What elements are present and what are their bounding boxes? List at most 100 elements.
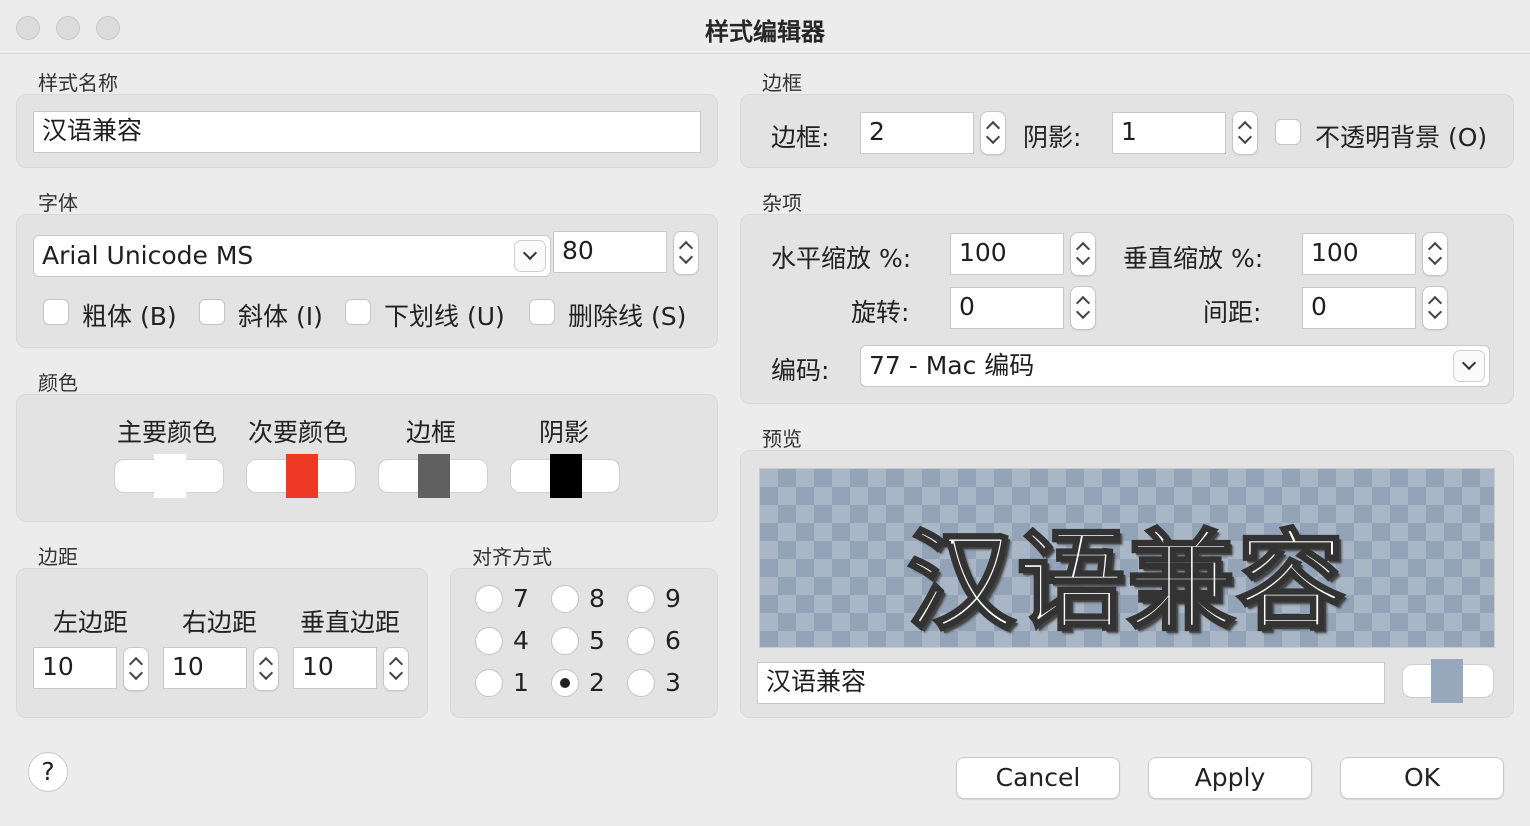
preview-section-label: 预览: [762, 427, 802, 451]
underline-label: 下划线 (U): [384, 302, 505, 331]
strikeout-label: 删除线 (S): [568, 302, 687, 331]
bold-checkbox[interactable]: [43, 299, 69, 325]
align-1-label: 1: [513, 668, 529, 697]
border-group: 边框: 2 阴影: 1 不透明背景 (O): [740, 94, 1514, 168]
preview-canvas: 汉语兼容: [759, 468, 1495, 648]
style-name-section-label: 样式名称: [38, 71, 118, 95]
shadow-depth-stepper[interactable]: [1232, 111, 1258, 155]
opaque-box-checkbox[interactable]: [1275, 119, 1301, 145]
chevron-down-icon[interactable]: [1453, 350, 1485, 382]
alignment-section-label: 对齐方式: [472, 545, 552, 569]
alignment-group: 7 8 9 4 5 6 1 2 3: [450, 568, 718, 718]
right-margin-input[interactable]: 10: [163, 647, 247, 689]
chevron-down-icon[interactable]: [514, 240, 546, 272]
primary-color-button[interactable]: [114, 454, 224, 498]
align-9-label: 9: [665, 584, 681, 613]
align-8-radio[interactable]: [551, 585, 579, 613]
font-family-value: Arial Unicode MS: [42, 241, 254, 270]
align-5-label: 5: [589, 626, 605, 655]
italic-checkbox[interactable]: [199, 299, 225, 325]
align-4-label: 4: [513, 626, 529, 655]
margins-group: 左边距 右边距 垂直边距 10 10 10: [16, 568, 428, 718]
font-size-input[interactable]: 80: [553, 231, 667, 273]
rotation-stepper[interactable]: [1070, 286, 1096, 330]
outline-width-input[interactable]: 2: [860, 112, 974, 154]
left-margin-input[interactable]: 10: [33, 647, 117, 689]
primary-color-label: 主要颜色: [117, 418, 218, 447]
secondary-color-swatch: [286, 454, 318, 498]
scale-y-label: 垂直缩放 %:: [1123, 244, 1264, 273]
font-section-label: 字体: [38, 191, 78, 215]
align-7-label: 7: [513, 584, 529, 613]
outline-color-button[interactable]: [378, 454, 488, 498]
shadow-color-button[interactable]: [510, 454, 620, 498]
spacing-stepper[interactable]: [1422, 286, 1448, 330]
align-2-radio[interactable]: [551, 669, 579, 697]
scale-x-label: 水平缩放 %:: [771, 244, 912, 273]
align-5-radio[interactable]: [551, 627, 579, 655]
help-button[interactable]: ?: [28, 752, 68, 792]
outline-color-swatch: [418, 454, 450, 498]
align-9-radio[interactable]: [627, 585, 655, 613]
border-section-label: 边框: [762, 71, 802, 95]
preview-text-input[interactable]: 汉语兼容: [757, 662, 1385, 704]
align-4-radio[interactable]: [475, 627, 503, 655]
align-8-label: 8: [589, 584, 605, 613]
strikeout-checkbox[interactable]: [529, 299, 555, 325]
align-6-radio[interactable]: [627, 627, 655, 655]
font-size-stepper[interactable]: [673, 231, 699, 275]
spacing-label: 间距:: [1203, 298, 1262, 327]
cancel-button[interactable]: Cancel: [956, 757, 1120, 799]
colors-group: 主要颜色 次要颜色 边框 阴影: [16, 394, 718, 522]
colors-section-label: 颜色: [38, 371, 78, 395]
preview-bg-color-button[interactable]: [1402, 659, 1494, 703]
preview-rendered-text: 汉语兼容: [905, 519, 1347, 647]
shadow-depth-label: 阴影:: [1023, 123, 1082, 152]
align-1-radio[interactable]: [475, 669, 503, 697]
apply-button[interactable]: Apply: [1148, 757, 1312, 799]
shadow-color-swatch: [550, 454, 582, 498]
vertical-margin-input[interactable]: 10: [293, 647, 377, 689]
left-margin-label: 左边距: [53, 608, 129, 637]
outline-width-label: 边框:: [771, 123, 830, 152]
style-name-group: 汉语兼容: [16, 94, 718, 168]
primary-color-swatch: [154, 454, 186, 498]
style-name-input[interactable]: 汉语兼容: [33, 111, 701, 153]
secondary-color-label: 次要颜色: [248, 418, 349, 447]
spacing-input[interactable]: 0: [1302, 287, 1416, 329]
font-group: Arial Unicode MS 80 粗体 (B) 斜体 (I) 下划线 (U…: [16, 214, 718, 348]
opaque-box-label: 不透明背景 (O): [1315, 123, 1488, 152]
font-family-select[interactable]: Arial Unicode MS: [33, 235, 551, 277]
left-margin-stepper[interactable]: [123, 647, 149, 691]
rotation-label: 旋转:: [851, 298, 910, 327]
vertical-margin-label: 垂直边距: [300, 608, 401, 637]
encoding-value: 77 - Mac 编码: [869, 351, 1035, 380]
margins-section-label: 边距: [38, 545, 78, 569]
align-2-label: 2: [589, 668, 605, 697]
bold-label: 粗体 (B): [82, 302, 177, 331]
misc-section-label: 杂项: [762, 191, 802, 215]
scale-x-input[interactable]: 100: [950, 233, 1064, 275]
align-3-radio[interactable]: [627, 669, 655, 697]
scale-y-stepper[interactable]: [1422, 232, 1448, 276]
shadow-depth-input[interactable]: 1: [1112, 112, 1226, 154]
outline-width-stepper[interactable]: [980, 111, 1006, 155]
scale-x-stepper[interactable]: [1070, 232, 1096, 276]
shadow-color-label: 阴影: [539, 418, 590, 447]
align-7-radio[interactable]: [475, 585, 503, 613]
secondary-color-button[interactable]: [246, 454, 356, 498]
encoding-select[interactable]: 77 - Mac 编码: [860, 345, 1490, 387]
align-6-label: 6: [665, 626, 681, 655]
right-margin-stepper[interactable]: [253, 647, 279, 691]
align-3-label: 3: [665, 668, 681, 697]
underline-checkbox[interactable]: [345, 299, 371, 325]
window-title: 样式编辑器: [705, 18, 825, 46]
preview-bg-color-swatch: [1431, 659, 1463, 703]
rotation-input[interactable]: 0: [950, 287, 1064, 329]
scale-y-input[interactable]: 100: [1302, 233, 1416, 275]
encoding-label: 编码:: [771, 356, 830, 385]
right-margin-label: 右边距: [182, 608, 258, 637]
ok-button[interactable]: OK: [1340, 757, 1504, 799]
vertical-margin-stepper[interactable]: [383, 647, 409, 691]
italic-label: 斜体 (I): [238, 302, 323, 331]
